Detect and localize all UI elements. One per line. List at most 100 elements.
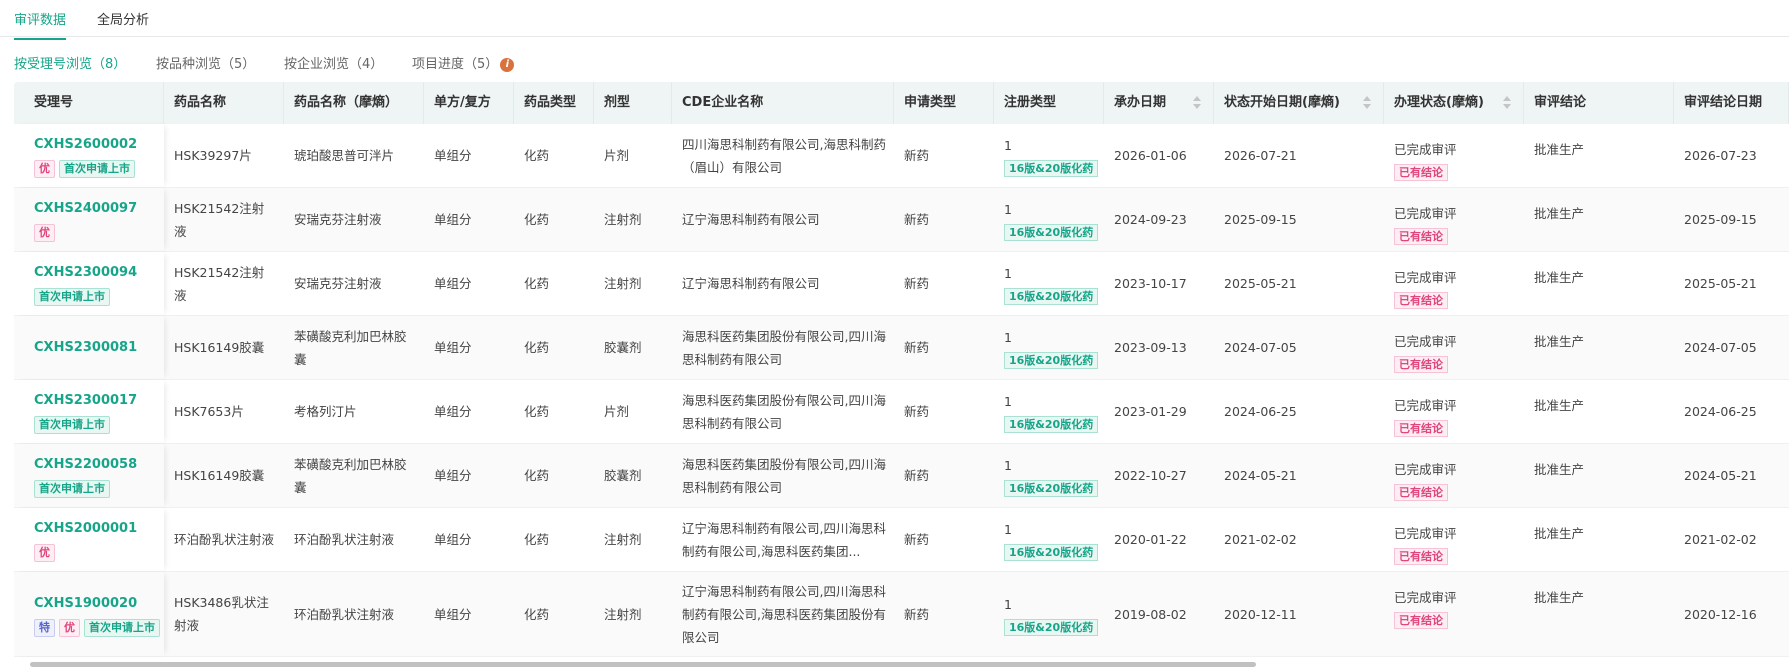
registration-type: 1 <box>1004 266 1012 281</box>
horizontal-scrollbar[interactable] <box>30 662 1256 667</box>
acceptance-no-link[interactable]: CXHS2300017 <box>34 389 164 412</box>
acceptance-no-cell: CXHS2400097 优 <box>14 188 164 251</box>
subtab-by-variety[interactable]: 按品种浏览（5） <box>156 53 255 72</box>
th-cde-company: CDE企业名称 <box>672 82 894 124</box>
dosage-form-cell: 片剂 <box>594 380 672 443</box>
tab-global-analysis[interactable]: 全局分析 <box>97 9 149 28</box>
column-header-label: 申请类型 <box>904 95 957 110</box>
tag-list: 首次申请上市 <box>34 480 164 498</box>
registration-type-cell: 1 16版&20版化药 <box>994 316 1104 379</box>
cde-company: 海思科医药集团股份有限公司,四川海思科制药有限公司 <box>682 392 886 431</box>
conclusion-date: 2024-05-21 <box>1684 468 1757 483</box>
th-status-start-date[interactable]: 状态开始日期(摩熵) <box>1214 82 1384 124</box>
drug-name-ms: 安瑞克芬注射液 <box>294 276 382 291</box>
drug-name-ms: 苯磺酸克利加巴林胶囊 <box>294 456 407 495</box>
status-start-date: 2021-02-02 <box>1224 532 1297 547</box>
dosage-form-cell: 注射剂 <box>594 572 672 656</box>
tab-review-data[interactable]: 审评数据 <box>14 9 67 40</box>
table-row: CXHS1900020 特优首次申请上市 HSK3486乳状注射液 环泊酚乳状注射液 单… <box>14 572 1789 657</box>
cde-company-cell: 辽宁海思科制药有限公司,四川海思科制药有限公司,海思科医药集团股份有限公司 <box>672 572 894 656</box>
application-type-cell: 新药 <box>894 380 994 443</box>
th-acceptance-no: 受理号 <box>14 82 164 124</box>
top-nav: 审评数据 全局分析 <box>0 0 1789 40</box>
registration-version-badge: 16版&20版化药 <box>1004 416 1099 433</box>
status-start-date: 2025-09-15 <box>1224 212 1297 227</box>
drug-name-cell: HSK21542注射液 <box>164 188 284 251</box>
application-type: 新药 <box>904 340 930 355</box>
drug-name: HSK21542注射液 <box>174 200 265 239</box>
sort-icon[interactable] <box>1193 96 1201 110</box>
registration-type: 1 <box>1004 138 1012 153</box>
conclusion: 批准生产 <box>1534 462 1585 477</box>
drug-type: 化药 <box>524 532 550 547</box>
status-start-date-cell: 2020-12-11 <box>1214 572 1384 656</box>
compound-type: 单组分 <box>434 532 472 547</box>
acceptance-no-link[interactable]: CXHS2000001 <box>34 517 164 540</box>
conclusion: 批准生产 <box>1534 590 1585 605</box>
dosage-form: 注射剂 <box>604 606 642 622</box>
tag-list: 优 <box>34 224 164 242</box>
drug-type-cell: 化药 <box>514 188 594 251</box>
subtab-by-acceptance[interactable]: 按受理号浏览（8） <box>14 53 126 72</box>
sort-icon[interactable] <box>1503 96 1511 110</box>
acceptance-no-link[interactable]: CXHS2300094 <box>34 261 164 284</box>
sort-icon[interactable] <box>1363 96 1371 110</box>
conclusion-status-badge: 已有结论 <box>1394 228 1448 245</box>
cde-company: 海思科医药集团股份有限公司,四川海思科制药有限公司 <box>682 328 886 367</box>
accept-date: 2023-01-29 <box>1114 404 1187 419</box>
accept-date: 2022-10-27 <box>1114 468 1187 483</box>
status-cell: 已完成审评 已有结论 <box>1384 188 1524 251</box>
conclusion-date-cell: 2024-07-05 <box>1674 316 1789 379</box>
column-header-label: 审评结论 <box>1534 95 1587 110</box>
status-cell: 已完成审评 已有结论 <box>1384 444 1524 507</box>
info-icon[interactable]: i <box>500 58 515 72</box>
drug-name: HSK39297片 <box>174 148 252 163</box>
status-start-date-cell: 2026-07-21 <box>1214 124 1384 187</box>
acceptance-no-link[interactable]: CXHS2400097 <box>34 197 164 220</box>
table-row: CXHS2300017 首次申请上市 HSK7653片 考格列汀片 单组分 化药 片剂 海思科… <box>14 380 1789 444</box>
status-cell: 已完成审评 已有结论 <box>1384 508 1524 571</box>
conclusion-date: 2024-07-05 <box>1684 340 1757 355</box>
acceptance-no-link[interactable]: CXHS2600002 <box>34 133 164 156</box>
acceptance-no-link[interactable]: CXHS2200058 <box>34 453 164 476</box>
acceptance-no-link[interactable]: CXHS2300081 <box>34 336 164 359</box>
status-start-date: 2024-05-21 <box>1224 468 1297 483</box>
registration-version-badge: 16版&20版化药 <box>1004 288 1099 305</box>
th-status[interactable]: 办理状态(摩熵) <box>1384 82 1524 124</box>
status: 已完成审评 <box>1394 398 1457 413</box>
dosage-form-cell: 胶囊剂 <box>594 316 672 379</box>
registration-type: 1 <box>1004 202 1012 217</box>
accept-date: 2023-09-13 <box>1114 340 1187 355</box>
conclusion-date-cell: 2021-02-02 <box>1674 508 1789 571</box>
acceptance-no-link[interactable]: CXHS1900020 <box>34 592 164 615</box>
dosage-form: 胶囊剂 <box>604 340 642 355</box>
conclusion: 批准生产 <box>1534 270 1585 285</box>
th-accept-date[interactable]: 承办日期 <box>1104 82 1214 124</box>
registration-type: 1 <box>1004 522 1012 537</box>
th-application-type: 申请类型 <box>894 82 994 124</box>
status-start-date-cell: 2024-06-25 <box>1214 380 1384 443</box>
registration-type-cell: 1 16版&20版化药 <box>994 188 1104 251</box>
drug-name-ms-cell: 考格列汀片 <box>284 380 424 443</box>
drug-type-cell: 化药 <box>514 316 594 379</box>
application-type-cell: 新药 <box>894 188 994 251</box>
application-type: 新药 <box>904 148 930 163</box>
registration-type-cell: 1 16版&20版化药 <box>994 444 1104 507</box>
conclusion-date: 2025-09-15 <box>1684 212 1757 227</box>
drug-name-ms-cell: 环泊酚乳状注射液 <box>284 508 424 571</box>
registration-version-badge: 16版&20版化药 <box>1004 352 1099 369</box>
subtab-project-progress[interactable]: 项目进度（5） i <box>412 53 515 72</box>
tag-list: 首次申请上市 <box>34 288 164 306</box>
application-type: 新药 <box>904 212 930 227</box>
acceptance-no-cell: CXHS2200058 首次申请上市 <box>14 444 164 507</box>
subtab-by-company[interactable]: 按企业浏览（4） <box>284 53 383 72</box>
conclusion-status-badge: 已有结论 <box>1394 164 1448 181</box>
drug-type: 化药 <box>524 404 550 419</box>
drug-name-cell: HSK21542注射液 <box>164 252 284 315</box>
conclusion-cell: 批准生产 <box>1524 316 1674 379</box>
table-row: CXHS2300081 HSK16149胶囊 苯磺酸克利加巴林胶囊 单组分 化药 胶囊剂 海… <box>14 316 1789 380</box>
drug-type-cell: 化药 <box>514 252 594 315</box>
application-type: 新药 <box>904 532 930 547</box>
registration-type: 1 <box>1004 596 1012 612</box>
application-type: 新药 <box>904 276 930 291</box>
